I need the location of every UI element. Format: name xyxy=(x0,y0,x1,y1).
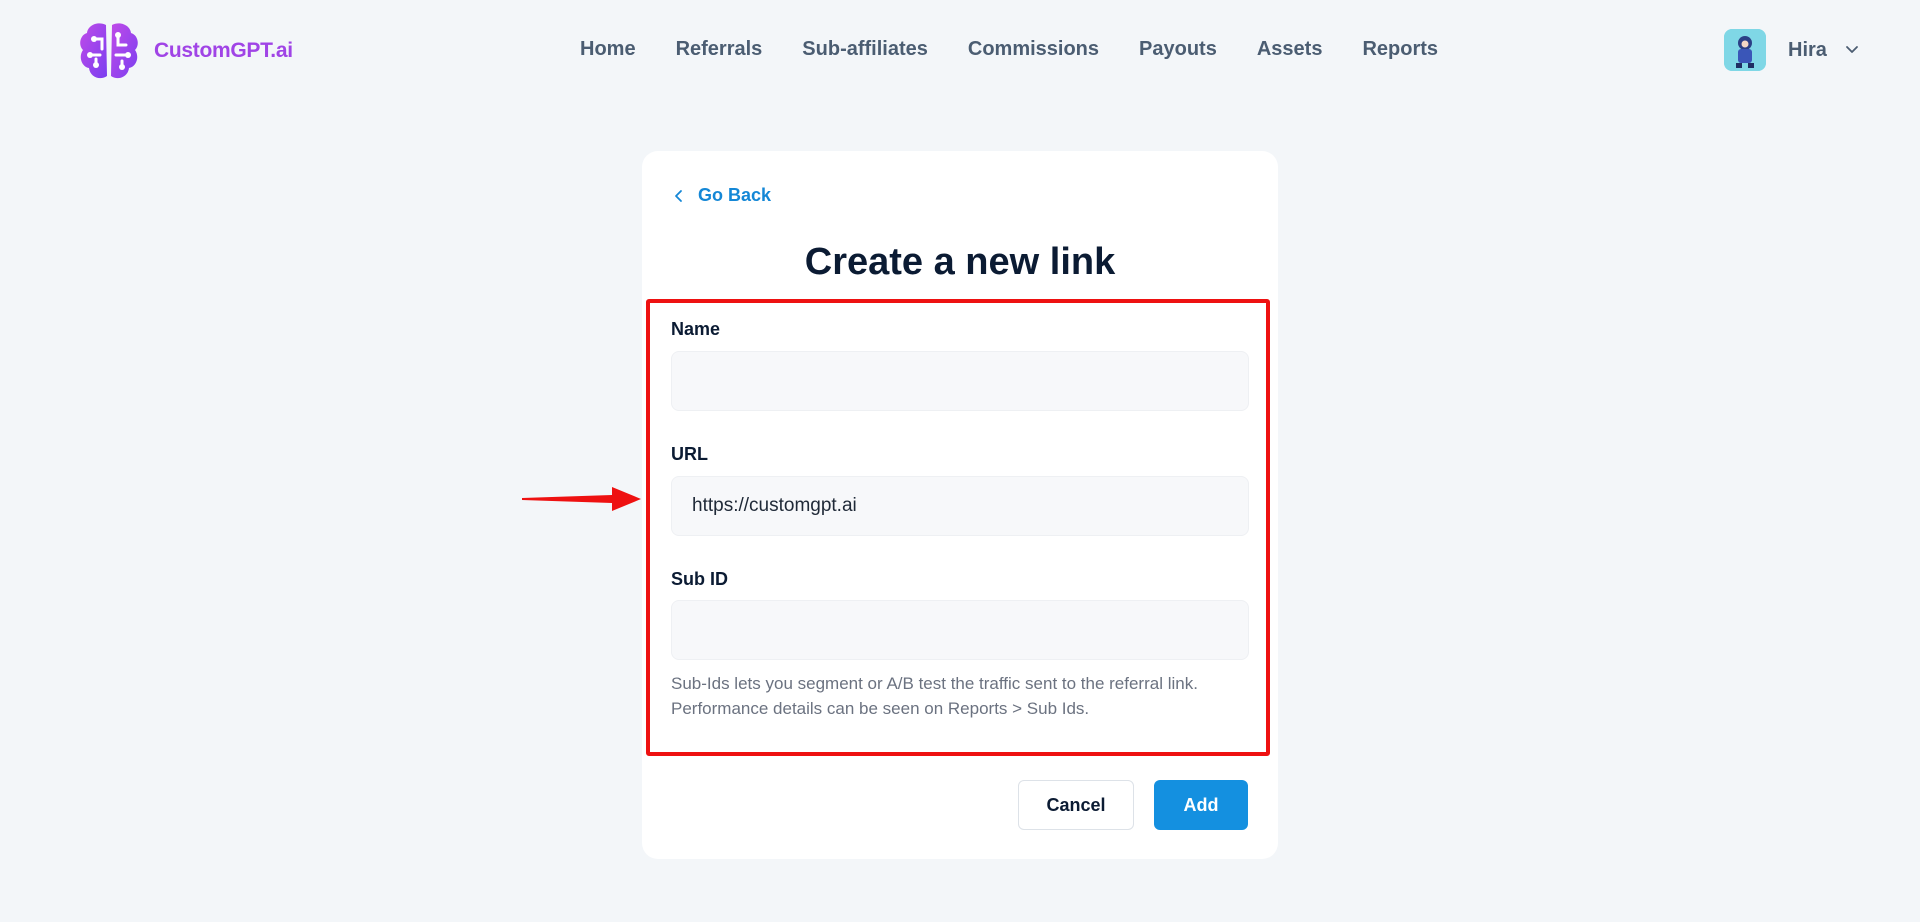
user-menu[interactable]: Hira xyxy=(1724,29,1861,71)
user-name: Hira xyxy=(1788,38,1827,61)
help-line: Sub-Ids lets you segment or A/B test the… xyxy=(671,674,1198,693)
brain-circuit-icon xyxy=(80,23,138,79)
chevron-down-icon xyxy=(1846,46,1858,53)
url-field-label: URL xyxy=(671,444,708,464)
create-link-card: Go Back Create a new link Name URL Sub I… xyxy=(642,151,1278,859)
nav-reports[interactable]: Reports xyxy=(1362,38,1438,61)
add-button[interactable]: Add xyxy=(1154,780,1248,830)
nav-home[interactable]: Home xyxy=(580,38,636,61)
help-line: Performance details can be seen on Repor… xyxy=(671,699,1090,718)
page-title: Create a new link xyxy=(804,241,1116,283)
nav-assets[interactable]: Assets xyxy=(1257,38,1323,61)
sub-id-help-text: Sub-Ids lets you segment or A/B test the… xyxy=(671,671,1251,721)
nav-payouts[interactable]: Payouts xyxy=(1139,38,1217,61)
url-input[interactable] xyxy=(671,476,1249,536)
red-arrow-icon xyxy=(522,487,641,511)
go-back-label: Go Back xyxy=(698,185,772,205)
brand-logo[interactable]: CustomGPT.ai xyxy=(76,19,293,83)
name-input[interactable] xyxy=(671,351,1249,411)
go-back-link[interactable]: Go Back xyxy=(672,185,771,206)
main-nav: Home Referrals Sub-affiliates Commission… xyxy=(580,38,1478,61)
nav-sub-affiliates[interactable]: Sub-affiliates xyxy=(802,38,928,61)
top-header: CustomGPT.ai Home Referrals Sub-affiliat… xyxy=(0,0,1920,102)
nav-referrals[interactable]: Referrals xyxy=(676,38,763,61)
cancel-button[interactable]: Cancel xyxy=(1018,780,1134,830)
nav-commissions[interactable]: Commissions xyxy=(968,38,1099,61)
chevron-left-icon xyxy=(675,189,682,202)
sub-id-input[interactable] xyxy=(671,600,1249,660)
brand-name: CustomGPT.ai xyxy=(154,39,293,62)
sub-id-field-label: Sub ID xyxy=(671,569,728,589)
name-field-label: Name xyxy=(671,319,721,339)
avatar xyxy=(1724,29,1766,71)
